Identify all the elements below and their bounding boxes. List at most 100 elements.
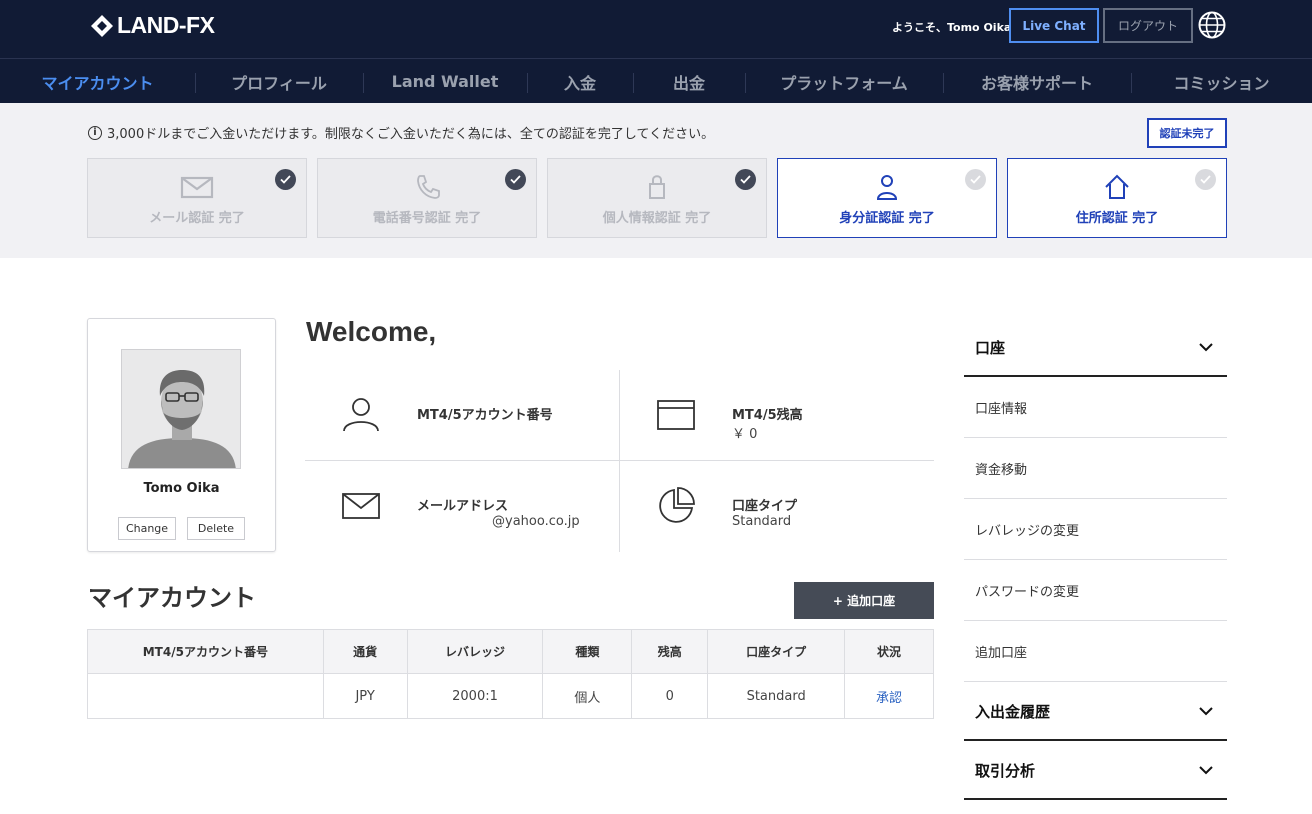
main-nav: マイアカウント プロフィール Land Wallet 入金 出金 プラットフォー… [0, 58, 1312, 103]
nav-profile[interactable]: プロフィール [195, 59, 363, 104]
cell-currency: JPY [322, 673, 408, 719]
balance-cell: MT4/5残高 ￥ 0 [620, 370, 934, 461]
logout-button[interactable]: ログアウト [1103, 8, 1193, 43]
email-label: メールアドレス [417, 499, 509, 514]
cell-type: 個人 [542, 673, 633, 719]
verify-card-personal-info[interactable]: 個人情報認証 完了 [547, 158, 767, 238]
globe-icon[interactable] [1197, 10, 1227, 40]
col-type: 種類 [542, 629, 633, 674]
nav-platform[interactable]: プラットフォーム [745, 59, 943, 104]
cell-status-link[interactable]: 承認 [844, 673, 934, 719]
account-sidebar: 口座 口座情報 資金移動 レバレッジの変更 パスワードの変更 追加口座 入出金履… [964, 318, 1227, 800]
cell-leverage: 2000:1 [406, 673, 544, 719]
info-icon: i [88, 125, 102, 140]
verify-label-personal-info: 個人情報認証 完了 [602, 211, 712, 226]
account-type-value: Standard [732, 514, 792, 529]
email-value: @yahoo.co.jp [492, 514, 580, 529]
accounts-table: MT4/5アカウント番号 通貨 レバレッジ 種類 残高 口座タイプ 状況 JPY… [87, 629, 934, 719]
deposit-limit-notice: i 3,000ドルまでご入金いただけます。制限なくご入金いただく為には、全ての認… [88, 123, 714, 142]
table-header-row: MT4/5アカウント番号 通貨 レバレッジ 種類 残高 口座タイプ 状況 [87, 629, 934, 674]
sidebar-group-history[interactable]: 入出金履歴 [964, 682, 1227, 741]
welcome-title: Welcome, [306, 316, 437, 347]
cell-account-number [87, 673, 324, 719]
cell-account-type: Standard [707, 673, 846, 719]
welcome-user-text: ようこそ、Tomo Oika [892, 21, 1012, 34]
avatar-person-icon [122, 350, 240, 468]
account-type-label: 口座タイプ [732, 499, 798, 514]
lock-icon [649, 175, 665, 199]
sidebar-item-account-info[interactable]: 口座情報 [964, 377, 1227, 438]
avatar [121, 349, 241, 469]
card-icon [657, 400, 695, 430]
col-account-type: 口座タイプ [707, 629, 846, 674]
col-currency: 通貨 [322, 629, 408, 674]
table-row: JPY 2000:1 個人 0 Standard 承認 [87, 673, 934, 719]
sidebar-item-password-change[interactable]: パスワードの変更 [964, 560, 1227, 621]
logo-text: LAND-FX [117, 12, 215, 38]
verify-label-email: メール認証 完了 [149, 211, 245, 226]
sidebar-group-label: 入出金履歴 [975, 703, 1051, 721]
sidebar-item-fund-transfer[interactable]: 資金移動 [964, 438, 1227, 499]
phone-icon [417, 175, 440, 199]
grid-divider [305, 460, 934, 461]
sidebar-group-account[interactable]: 口座 [964, 318, 1227, 377]
sidebar-group-label: 口座 [975, 339, 1006, 357]
account-type-cell: 口座タイプ Standard [620, 461, 934, 552]
nav-deposit[interactable]: 入金 [527, 59, 633, 104]
notice-text: 3,000ドルまでご入金いただけます。制限なくご入金いただく為には、全ての認証を… [107, 127, 715, 142]
check-icon [1195, 169, 1216, 190]
verify-card-address[interactable]: 住所認証 完了 [1007, 158, 1227, 238]
brand-logo[interactable]: LAND-FX [90, 12, 215, 39]
col-leverage: レバレッジ [406, 629, 544, 674]
verify-label-identity: 身分証認証 完了 [839, 211, 935, 226]
grid-divider [619, 370, 620, 552]
chevron-down-icon [1199, 707, 1213, 716]
check-icon [505, 169, 526, 190]
verification-panel: i 3,000ドルまでご入金いただけます。制限なくご入金いただく為には、全ての認… [0, 103, 1312, 258]
home-icon [1105, 174, 1129, 199]
check-icon [735, 169, 756, 190]
verify-card-phone[interactable]: 電話番号認証 完了 [317, 158, 537, 238]
account-number-label: MT4/5アカウント番号 [417, 408, 553, 423]
cell-balance: 0 [631, 673, 709, 719]
chevron-down-icon [1199, 343, 1213, 352]
user-icon [876, 175, 898, 200]
nav-my-account[interactable]: マイアカウント [0, 59, 195, 104]
top-header: LAND-FX ようこそ、Tomo Oika Live Chat ログアウト [0, 0, 1312, 58]
email-cell: メールアドレス @yahoo.co.jp [305, 461, 619, 552]
nav-land-wallet[interactable]: Land Wallet [363, 59, 527, 104]
balance-label: MT4/5残高 [732, 408, 803, 423]
account-number-cell: MT4/5アカウント番号 [305, 370, 619, 461]
check-icon [965, 169, 986, 190]
verification-status-button[interactable]: 認証未完了 [1147, 118, 1227, 148]
sidebar-group-label: 取引分析 [975, 762, 1036, 780]
col-balance: 残高 [631, 629, 709, 674]
add-account-button[interactable]: + 追加口座 [794, 582, 934, 619]
nav-commission[interactable]: コミッション [1131, 59, 1312, 104]
balance-value: ￥ 0 [732, 427, 758, 442]
mail-icon [342, 493, 380, 519]
verify-card-identity[interactable]: 身分証認証 完了 [777, 158, 997, 238]
sidebar-item-add-account[interactable]: 追加口座 [964, 621, 1227, 682]
delete-photo-button[interactable]: Delete [187, 517, 245, 540]
nav-support[interactable]: お客様サポート [943, 59, 1131, 104]
col-status: 状況 [844, 629, 934, 674]
profile-name: Tomo Oika [143, 481, 220, 496]
pie-chart-icon [659, 487, 695, 523]
my-account-title: マイアカウント [88, 584, 256, 612]
check-icon [275, 169, 296, 190]
profile-card: Tomo Oika Change Delete [87, 318, 276, 552]
change-photo-button[interactable]: Change [118, 517, 176, 540]
verify-card-email[interactable]: メール認証 完了 [87, 158, 307, 238]
logo-diamond-icon [91, 14, 113, 37]
chevron-down-icon [1199, 766, 1213, 775]
mail-icon [180, 176, 214, 199]
sidebar-group-trade-analysis[interactable]: 取引分析 [964, 741, 1227, 800]
nav-withdraw[interactable]: 出金 [633, 59, 745, 104]
col-account-number: MT4/5アカウント番号 [87, 629, 324, 674]
verify-label-address: 住所認証 完了 [1075, 211, 1159, 226]
live-chat-button[interactable]: Live Chat [1009, 8, 1099, 43]
verify-label-phone: 電話番号認証 完了 [372, 211, 482, 226]
user-icon [343, 398, 379, 432]
sidebar-item-leverage-change[interactable]: レバレッジの変更 [964, 499, 1227, 560]
